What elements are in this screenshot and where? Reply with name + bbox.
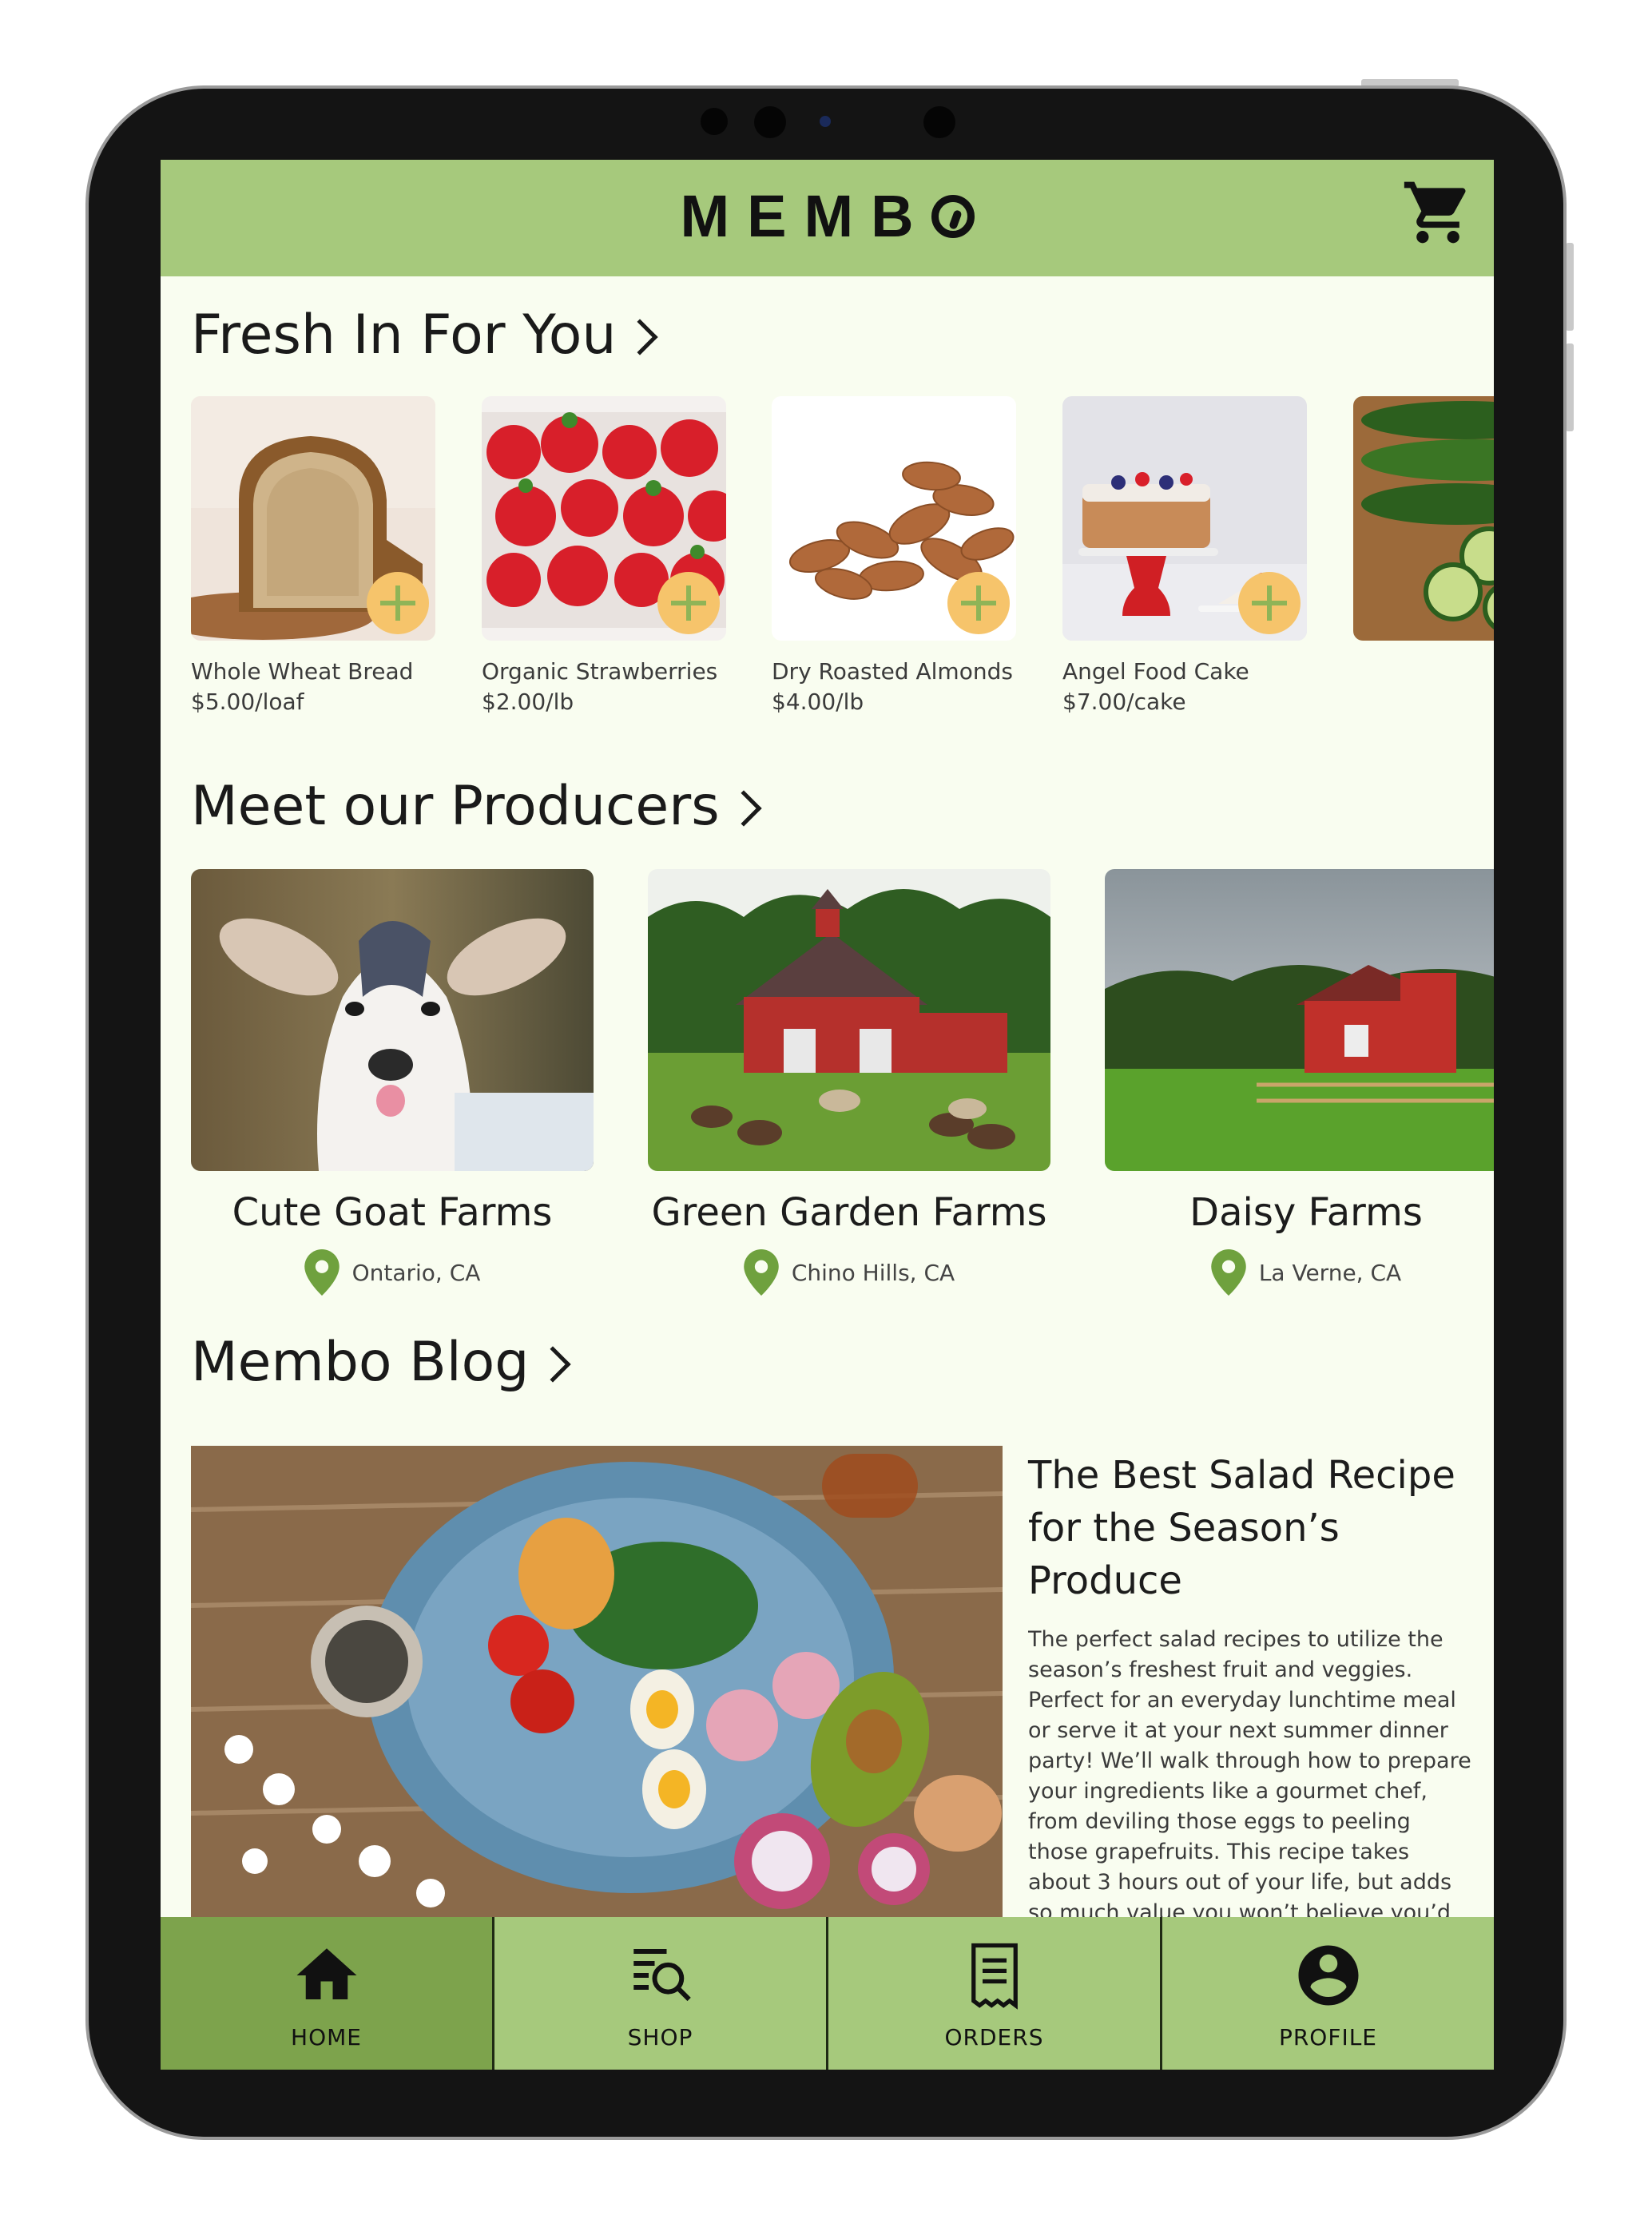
apple-logo-icon [931, 195, 975, 238]
producer-card[interactable]: Cute Goat Farms Ontario, CA [191, 869, 594, 1296]
nav-profile[interactable]: PROFILE [1160, 1917, 1494, 2070]
producer-name: Green Garden Farms [651, 1190, 1047, 1235]
add-to-cart-button[interactable] [1238, 572, 1301, 634]
nav-label: ORDERS [944, 2024, 1044, 2050]
producers-section-title[interactable]: Meet our Producers [191, 775, 762, 838]
product-price: $5.00/loaf [191, 689, 304, 715]
chevron-right-icon [621, 319, 659, 355]
product-price: $2.00/lb [482, 689, 574, 715]
product-card[interactable] [1353, 396, 1494, 641]
product-card[interactable]: Angel Food Cake $7.00/cake [1062, 396, 1307, 717]
shop-search-icon [633, 1949, 691, 2002]
bottom-nav: HOME SHOP ORDERS PROFILE [161, 1917, 1494, 2070]
fresh-section-title[interactable]: Fresh In For You [191, 304, 659, 367]
nav-shop[interactable]: SHOP [492, 1917, 826, 2070]
product-card[interactable]: Dry Roasted Almonds $4.00/lb [772, 396, 1016, 717]
camera-lens [820, 116, 831, 127]
producer-name: Daisy Farms [1189, 1190, 1423, 1235]
strawberries-image [482, 396, 726, 641]
add-to-cart-button[interactable] [657, 572, 720, 634]
receipt-icon [971, 1943, 1018, 2010]
product-card[interactable]: Whole Wheat Bread $5.00/loaf [191, 396, 435, 717]
product-price: $7.00/cake [1062, 689, 1186, 715]
nav-orders[interactable]: ORDERS [826, 1917, 1160, 2070]
green-garden-farm-image [648, 869, 1050, 1171]
cucumbers-image [1353, 396, 1494, 641]
camera-dot [923, 106, 955, 138]
producer-card[interactable]: Green Garden Farms Chino Hills, CA [648, 869, 1050, 1296]
home-icon [296, 1948, 356, 1999]
device-volume-up-button [1566, 243, 1574, 331]
producers-title-text: Meet our Producers [191, 775, 720, 838]
blog-section-title[interactable]: Membo Blog [191, 1331, 572, 1394]
add-to-cart-button[interactable] [947, 572, 1010, 634]
fresh-title-text: Fresh In For You [191, 304, 617, 367]
product-name: Dry Roasted Almonds [772, 658, 1013, 685]
product-price: $4.00/lb [772, 689, 864, 715]
product-card[interactable]: Organic Strawberries $2.00/lb [482, 396, 726, 717]
almonds-image [772, 396, 1016, 641]
product-name: Organic Strawberries [482, 658, 718, 685]
location-text: La Verne, CA [1258, 1259, 1402, 1286]
chevron-right-icon [725, 790, 762, 827]
location-text: Ontario, CA [351, 1259, 481, 1286]
nav-label: HOME [291, 2024, 362, 2050]
product-name: Whole Wheat Bread [191, 658, 414, 685]
blog-title-text: Membo Blog [191, 1331, 530, 1394]
location-pin-icon [304, 1249, 340, 1296]
nav-label: PROFILE [1278, 2024, 1378, 2050]
cake-image [1062, 396, 1307, 641]
producer-location: Ontario, CA [191, 1249, 594, 1296]
add-to-cart-button[interactable] [367, 572, 429, 634]
daisy-farm-image [1105, 869, 1494, 1171]
nav-label: SHOP [627, 2024, 693, 2050]
nav-home[interactable]: HOME [161, 1917, 492, 2070]
location-pin-icon [744, 1249, 779, 1296]
camera-dot [754, 106, 786, 138]
producer-location: La Verne, CA [1105, 1249, 1494, 1296]
logo-text: MEMB [680, 183, 931, 249]
goat-farm-image [191, 869, 594, 1171]
producer-location: Chino Hills, CA [648, 1249, 1050, 1296]
profile-icon [1298, 1945, 1358, 2006]
app-logo[interactable]: MEMB [161, 182, 1494, 250]
bread-image [191, 396, 435, 641]
product-name: Angel Food Cake [1062, 658, 1249, 685]
chevron-right-icon [534, 1346, 572, 1383]
location-pin-icon [1211, 1249, 1246, 1296]
blog-post-excerpt: The perfect salad recipes to utilize the… [1028, 1627, 1471, 1920]
location-text: Chino Hills, CA [791, 1259, 955, 1286]
blog-post-title[interactable]: The Best Salad Recipe for the Season’s P… [1028, 1449, 1475, 1607]
top-bar: MEMB [161, 160, 1494, 276]
producer-card[interactable]: Daisy Farms La Verne, CA [1105, 869, 1494, 1296]
camera-dot [701, 108, 728, 135]
cart-icon[interactable] [1401, 176, 1475, 249]
device-volume-down-button [1566, 343, 1574, 431]
producer-name: Cute Goat Farms [232, 1190, 553, 1235]
salad-image[interactable] [191, 1446, 1003, 1925]
app-screen: MEMB Fresh In For You Whole Wheat Bread … [161, 160, 1494, 2070]
